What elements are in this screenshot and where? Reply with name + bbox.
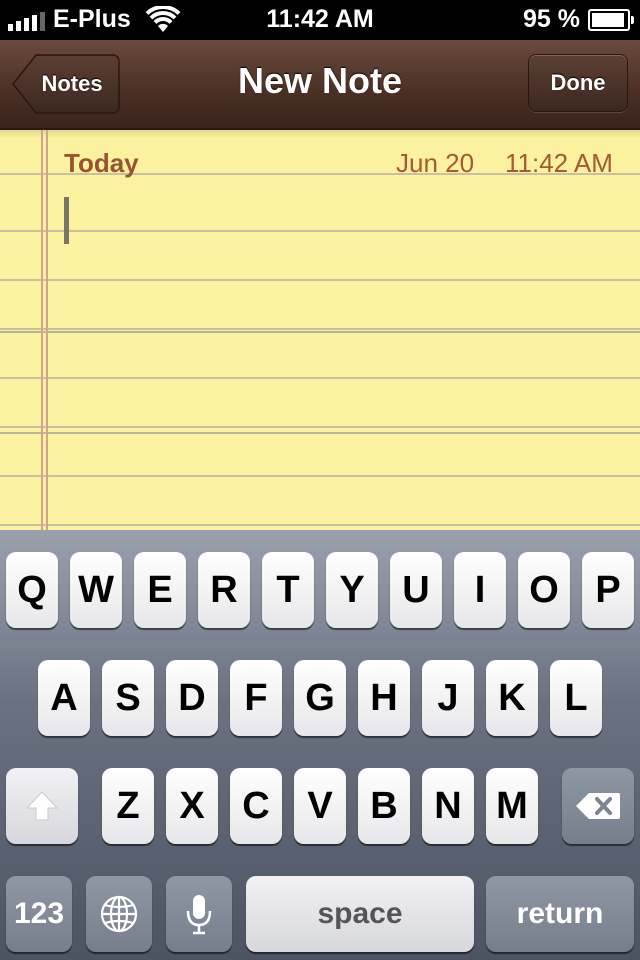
key-k[interactable]: K	[486, 660, 538, 736]
key-e[interactable]: E	[134, 552, 186, 628]
key-label: O	[529, 568, 559, 611]
key-g[interactable]: G	[294, 660, 346, 736]
battery-icon	[588, 8, 634, 31]
note-time: 11:42 AM	[505, 148, 613, 178]
key-o[interactable]: O	[518, 552, 570, 628]
paper-top-shadow	[0, 130, 640, 138]
note-day-label: Today	[64, 148, 139, 178]
key-b[interactable]: B	[358, 768, 410, 844]
battery-percentage: 95 %	[523, 5, 580, 33]
key-l[interactable]: L	[550, 660, 602, 736]
key-label: V	[307, 784, 333, 827]
note-editor[interactable]: Today Jun 20 11:42 AM	[0, 130, 640, 530]
key-n[interactable]: N	[422, 768, 474, 844]
key-label: A	[50, 676, 78, 719]
key-label: C	[242, 784, 270, 827]
numbers-key[interactable]: 123	[6, 876, 72, 952]
key-label: Z	[116, 784, 140, 827]
key-h[interactable]: H	[358, 660, 410, 736]
key-z[interactable]: Z	[102, 768, 154, 844]
key-a[interactable]: A	[38, 660, 90, 736]
key-q[interactable]: Q	[6, 552, 58, 628]
key-c[interactable]: C	[230, 768, 282, 844]
space-key[interactable]: space	[246, 876, 474, 952]
microphone-icon	[186, 895, 212, 935]
status-bar: E-Plus 11:42 AM 95 %	[0, 0, 640, 40]
key-label: H	[370, 676, 398, 719]
key-y[interactable]: Y	[326, 552, 378, 628]
key-label: space	[317, 897, 403, 930]
key-label: T	[276, 568, 300, 611]
key-label: Q	[17, 568, 47, 611]
key-label: B	[370, 784, 398, 827]
backspace-icon	[576, 793, 620, 819]
keyboard: Q W E R T Y U I O P A S D F G H J K L Z …	[0, 530, 640, 960]
key-label: Y	[339, 568, 365, 611]
key-u[interactable]: U	[390, 552, 442, 628]
key-i[interactable]: I	[454, 552, 506, 628]
key-label: K	[498, 676, 526, 719]
note-date: Jun 20	[396, 148, 475, 178]
key-label: F	[244, 676, 268, 719]
key-label: L	[564, 676, 588, 719]
key-label: W	[78, 568, 114, 611]
navigation-bar: Notes New Note Done	[0, 40, 640, 130]
key-m[interactable]: M	[486, 768, 538, 844]
done-button[interactable]: Done	[528, 54, 628, 112]
key-label: M	[496, 784, 528, 827]
battery-level-fill	[592, 12, 625, 27]
globe-icon	[100, 895, 138, 933]
key-label: J	[437, 676, 459, 719]
key-x[interactable]: X	[166, 768, 218, 844]
ruled-lines	[0, 130, 640, 530]
key-label: N	[434, 784, 462, 827]
key-label: X	[179, 784, 205, 827]
key-label: return	[516, 897, 604, 930]
key-w[interactable]: W	[70, 552, 122, 628]
key-label: P	[595, 568, 621, 611]
key-t[interactable]: T	[262, 552, 314, 628]
key-label: G	[305, 676, 335, 719]
key-label: S	[115, 676, 141, 719]
globe-key[interactable]	[86, 876, 152, 952]
return-key[interactable]: return	[486, 876, 634, 952]
key-label: U	[402, 568, 430, 611]
key-v[interactable]: V	[294, 768, 346, 844]
status-right: 95 %	[523, 5, 634, 34]
key-label: I	[474, 568, 486, 611]
margin-line	[41, 130, 43, 530]
key-label: R	[210, 568, 238, 611]
key-j[interactable]: J	[422, 660, 474, 736]
key-p[interactable]: P	[582, 552, 634, 628]
key-label: E	[147, 568, 173, 611]
key-r[interactable]: R	[198, 552, 250, 628]
shift-arrow-icon	[25, 791, 59, 821]
delete-key[interactable]	[562, 768, 634, 844]
margin-line	[46, 130, 48, 530]
shift-key[interactable]	[6, 768, 78, 844]
key-label: D	[178, 676, 206, 719]
key-d[interactable]: D	[166, 660, 218, 736]
dictation-key[interactable]	[166, 876, 232, 952]
key-f[interactable]: F	[230, 660, 282, 736]
text-cursor	[64, 197, 69, 244]
key-s[interactable]: S	[102, 660, 154, 736]
key-label: 123	[13, 897, 65, 930]
